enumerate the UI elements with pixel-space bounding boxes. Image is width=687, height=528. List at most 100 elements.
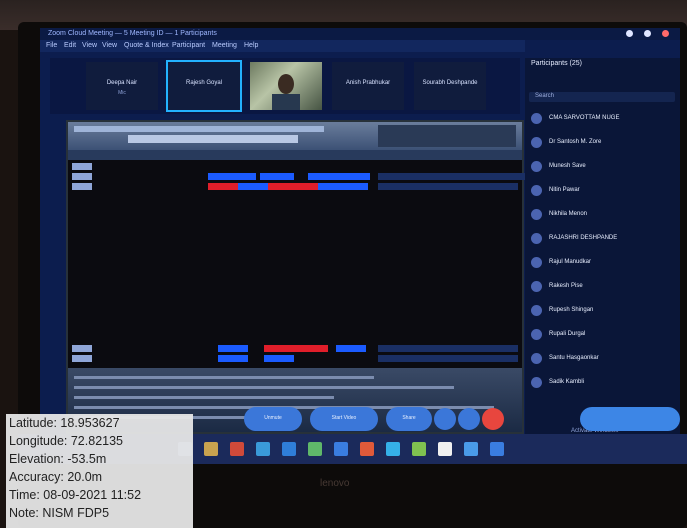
- participant-name: Munesh Save: [549, 163, 586, 169]
- participant-name: CMA SARVOTTAM NUGE: [549, 115, 620, 121]
- participant-item[interactable]: CMA SARVOTTAM NUGE: [525, 108, 680, 130]
- avatar: [531, 113, 542, 124]
- avatar: [531, 161, 542, 172]
- share-button[interactable]: Share: [386, 407, 432, 431]
- taskbar-icon[interactable]: [308, 442, 322, 456]
- avatar: [531, 137, 542, 148]
- gps-stamp-overlay: Latitude: 18.953627 Longitude: 72.82135 …: [6, 414, 193, 528]
- reactions-icon[interactable]: [458, 408, 480, 430]
- elevation-text: Elevation: -53.5m: [9, 452, 107, 466]
- laptop-brand-logo: lenovo: [320, 478, 350, 489]
- participant-item[interactable]: Nikhila Menon: [525, 204, 680, 226]
- participants-title: Participants (25): [531, 60, 582, 67]
- taskbar-icon[interactable]: [490, 442, 504, 456]
- participant-item[interactable]: Rajul Manudkar: [525, 252, 680, 274]
- taskbar-icon[interactable]: [282, 442, 296, 456]
- person-video-image: [272, 74, 300, 110]
- table-row[interactable]: [68, 172, 598, 180]
- tile-name: Deepa Nair: [106, 80, 138, 86]
- tile-name: Sourabh Deshpande: [422, 80, 478, 86]
- video-tile-active[interactable]: Rajesh Goyal: [166, 60, 242, 112]
- table-row[interactable]: [68, 162, 522, 170]
- table-row[interactable]: [68, 344, 522, 352]
- menu-item-quote[interactable]: Quote & Index: [124, 42, 169, 49]
- menu-item-view[interactable]: View: [82, 42, 97, 49]
- menu-item-edit[interactable]: Edit: [64, 42, 76, 49]
- avatar: [531, 281, 542, 292]
- taskbar-icon[interactable]: [230, 442, 244, 456]
- accuracy-text: Accuracy: 20.0m: [9, 470, 103, 484]
- tile-status: Mic: [118, 90, 126, 96]
- end-meeting-button[interactable]: [580, 407, 680, 431]
- avatar: [531, 185, 542, 196]
- tile-name: Rajesh Goyal: [185, 80, 223, 86]
- window-titlebar: Zoom Cloud Meeting — 5 Meeting ID — 1 Pa…: [40, 28, 680, 40]
- minimize-icon[interactable]: [626, 30, 633, 37]
- video-strip: Deepa Nair Mic Rajesh Goyal Anish Prabhu…: [50, 58, 520, 114]
- table-row[interactable]: [68, 354, 522, 362]
- participants-panel: Participants (25) Search CMA SARVOTTAM N…: [525, 58, 680, 446]
- avatar: [531, 329, 542, 340]
- menu-item-help[interactable]: Help: [244, 42, 258, 49]
- menu-item-participant[interactable]: Participant: [172, 42, 205, 49]
- avatar: [531, 233, 542, 244]
- participant-name: Santu Hasgaonkar: [549, 355, 599, 361]
- participant-item[interactable]: Santu Hasgaonkar: [525, 348, 680, 370]
- more-icon[interactable]: [434, 408, 456, 430]
- maximize-icon[interactable]: [644, 30, 651, 37]
- video-tile[interactable]: Sourabh Deshpande: [414, 62, 486, 110]
- unmute-label: Unmute: [264, 415, 282, 421]
- share-label: Share: [402, 415, 416, 421]
- menu-bar: File Edit View View Quote & Index Partic…: [40, 40, 525, 52]
- video-tile-camera[interactable]: [250, 62, 322, 110]
- close-icon[interactable]: [662, 30, 669, 37]
- participant-name: Nikhila Menon: [549, 211, 588, 217]
- trading-terminal-toolbar: [68, 122, 522, 150]
- taskbar-icon[interactable]: [438, 442, 452, 456]
- participant-name: Rupali Durgal: [549, 331, 586, 337]
- time-text: Time: 08-09-2021 11:52: [9, 488, 142, 502]
- taskbar-icon[interactable]: [334, 442, 348, 456]
- participant-item[interactable]: Rakesh Pise: [525, 276, 680, 298]
- participant-item[interactable]: Nitin Pawar: [525, 180, 680, 202]
- participant-name: Rakesh Pise: [549, 283, 583, 289]
- menu-item-meeting[interactable]: Meeting: [212, 42, 237, 49]
- tile-name: Anish Prabhukar: [345, 80, 391, 86]
- taskbar-icon[interactable]: [412, 442, 426, 456]
- avatar: [531, 377, 542, 388]
- participant-name: Rupesh Shingan: [549, 307, 594, 313]
- window-title: Zoom Cloud Meeting — 5 Meeting ID — 1 Pa…: [48, 30, 217, 37]
- participants-search-input[interactable]: Search: [529, 92, 675, 102]
- taskbar-icon[interactable]: [204, 442, 218, 456]
- avatar: [531, 353, 542, 364]
- participant-name: Dr Santosh M. Zore: [549, 139, 602, 145]
- market-watch-header: [68, 150, 522, 160]
- participant-item[interactable]: Rupali Durgal: [525, 324, 680, 346]
- latitude-text: Latitude: 18.953627: [9, 416, 120, 430]
- table-row[interactable]: [68, 182, 522, 190]
- participant-item[interactable]: Rupesh Shingan: [525, 300, 680, 322]
- video-tile[interactable]: Deepa Nair Mic: [86, 62, 158, 110]
- note-text: Note: NISM FDP5: [9, 506, 110, 520]
- participant-name: Sadik Kambli: [549, 379, 585, 385]
- taskbar-icon[interactable]: [386, 442, 400, 456]
- unmute-button[interactable]: Unmute: [244, 407, 302, 431]
- laptop-screen: Zoom Cloud Meeting — 5 Meeting ID — 1 Pa…: [40, 28, 680, 446]
- participant-item[interactable]: Sadik Kambli: [525, 372, 680, 394]
- avatar: [531, 257, 542, 268]
- taskbar-icon[interactable]: [360, 442, 374, 456]
- end-call-icon[interactable]: [482, 408, 504, 430]
- participant-item[interactable]: Dr Santosh M. Zore: [525, 132, 680, 154]
- start-video-button[interactable]: Start Video: [310, 407, 378, 431]
- taskbar-icon[interactable]: [464, 442, 478, 456]
- menu-item-file[interactable]: File: [46, 42, 57, 49]
- avatar: [531, 305, 542, 316]
- avatar: [531, 209, 542, 220]
- menu-item-view-2[interactable]: View: [102, 42, 117, 49]
- participant-item[interactable]: RAJASHRI DESHPANDE: [525, 228, 680, 250]
- shared-screen: [66, 120, 598, 434]
- video-tile[interactable]: Anish Prabhukar: [332, 62, 404, 110]
- participant-name: Rajul Manudkar: [549, 259, 592, 265]
- taskbar-icon[interactable]: [256, 442, 270, 456]
- participant-item[interactable]: Munesh Save: [525, 156, 680, 178]
